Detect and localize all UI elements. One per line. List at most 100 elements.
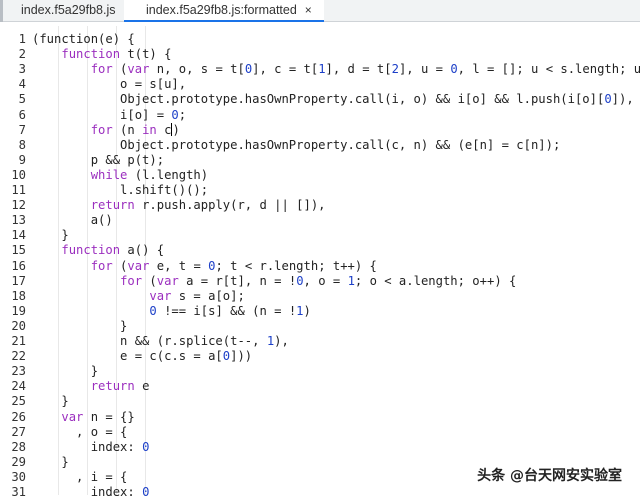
code-area[interactable]: (function(e) { function t(t) { for (var … [32,26,640,499]
code-line[interactable]: return e [32,379,150,394]
code-line[interactable]: for (var e, t = 0; t < r.length; t++) { [32,259,377,274]
code-line[interactable]: index: 0 [32,485,150,500]
code-line[interactable]: e = c(c.s = a[0])) [32,349,252,364]
code-text: (n [112,122,143,137]
line-number: 23 [11,364,26,379]
code-number: 0 [296,273,304,288]
line-number: 14 [11,228,26,243]
code-text: } [32,364,99,379]
code-line[interactable]: function t(t) { [32,47,171,62]
code-line[interactable]: for (var n, o, s = t[0], c = t[1], d = t… [32,62,640,77]
code-text: ; t < r.length; t++) { [215,258,377,273]
tab-formatted-file[interactable]: index.f5a29fb8.js:formatted × [124,0,324,22]
code-text: , i = { [32,469,128,484]
code-text: ])) [230,349,253,364]
code-line[interactable]: var s = a[o]; [32,288,244,304]
line-number: 26 [11,409,26,424]
code-line[interactable]: p && p(t); [32,153,164,168]
code-text: Object.prototype.hasOwnProperty.call(c, … [32,137,561,152]
code-line[interactable]: } [32,394,68,409]
code-line[interactable]: function a() { [32,243,164,258]
code-text: ( [112,258,128,273]
code-keyword: while [90,167,128,182]
code-line[interactable]: for (n in c) [32,122,180,138]
code-line[interactable]: a() [32,213,113,228]
code-line[interactable]: index: 0 [32,440,150,455]
line-number: 30 [11,469,26,484]
code-number: 2 [391,62,399,77]
line-number: 29 [11,454,26,469]
line-number: 27 [11,424,26,439]
line-number: 10 [11,167,26,182]
code-text: a() [32,213,113,228]
code-line[interactable]: Object.prototype.hasOwnProperty.call(c, … [32,138,560,153]
code-text: e [134,379,150,394]
code-number: 1 [296,303,304,318]
line-number: 11 [11,183,26,197]
line-number: 16 [11,258,26,273]
tab-source-file[interactable]: index.f5a29fb8.js [0,0,124,22]
line-number: 5 [18,92,26,107]
code-line[interactable]: while (l.length) [32,168,208,183]
code-line[interactable]: return r.push.apply(r, d || []), [32,198,326,213]
line-number: 19 [11,303,26,318]
code-text: e = c(c.s = a[ [32,349,223,364]
code-line[interactable]: , o = { [32,425,127,440]
code-text: l.shift()(); [32,183,209,197]
code-line[interactable]: , i = { [32,470,127,485]
code-line[interactable]: } [32,364,98,379]
code-line[interactable]: o = s[u], [32,77,186,92]
line-number-gutter: 1 2 3 4 5 6 7 8 9 10 11 12 13 14 15 16 17 18 19 20 21 22 23 24 2… [0,26,26,499]
code-number: 1 [347,273,355,288]
code-text: , o = [303,273,348,288]
code-line[interactable]: (function(e) { [32,32,135,47]
code-keyword: return [90,379,135,394]
code-text: n, o, s = t[ [149,62,245,77]
code-text: } [32,318,128,333]
code-line[interactable]: } [32,455,68,470]
code-keyword: return [90,198,135,213]
line-number: 25 [11,394,26,409]
code-text: ]), [611,92,634,107]
line-number: 2 [18,47,26,62]
code-line[interactable]: n && (r.splice(t--, 1), [32,334,289,349]
code-line[interactable]: l.shift()(); [32,183,208,198]
code-number: 1 [318,62,326,77]
code-text: !== i[s] && (n = ! [156,303,297,318]
code-line[interactable]: Object.prototype.hasOwnProperty.call(i, … [32,92,634,107]
line-number: 12 [11,198,26,213]
code-text: } [32,228,69,243]
code-text: index: [32,485,143,499]
code-text: ; [178,107,187,122]
code-line[interactable]: var n = {} [32,410,134,425]
code-keyword: for [90,122,113,137]
code-line[interactable]: i[o] = 0; [32,108,186,123]
code-text: , o = { [32,424,128,439]
code-line[interactable]: } [32,228,69,243]
code-line[interactable]: for (var a = r[t], n = !0, o = 1; o < a.… [32,274,516,289]
line-number: 15 [11,243,26,258]
code-line[interactable]: 0 !== i[s] && (n = !1) [32,303,310,319]
code-text: ( [112,62,128,77]
close-icon[interactable]: × [305,0,312,20]
code-keyword: var [127,62,150,77]
code-line[interactable]: } [32,319,127,334]
code-text: (l.length) [127,167,209,182]
code-text: o = s[u], [32,77,187,92]
code-text: ( [142,273,157,288]
code-text: ), [274,334,289,348]
code-keyword: var [149,288,172,303]
watermark: 头条 @台天网安实验室 [467,461,632,489]
line-number: 21 [11,334,26,348]
line-number: 1 [18,32,26,46]
code-text: e, t = [149,258,209,273]
code-text: t(t) { [120,47,172,62]
code-text: ) [172,122,180,137]
line-number: 28 [11,439,26,454]
code-editor[interactable]: 1 2 3 4 5 6 7 8 9 10 11 12 13 14 15 16 17 18 19 20 21 22 23 24 2… [0,26,640,499]
